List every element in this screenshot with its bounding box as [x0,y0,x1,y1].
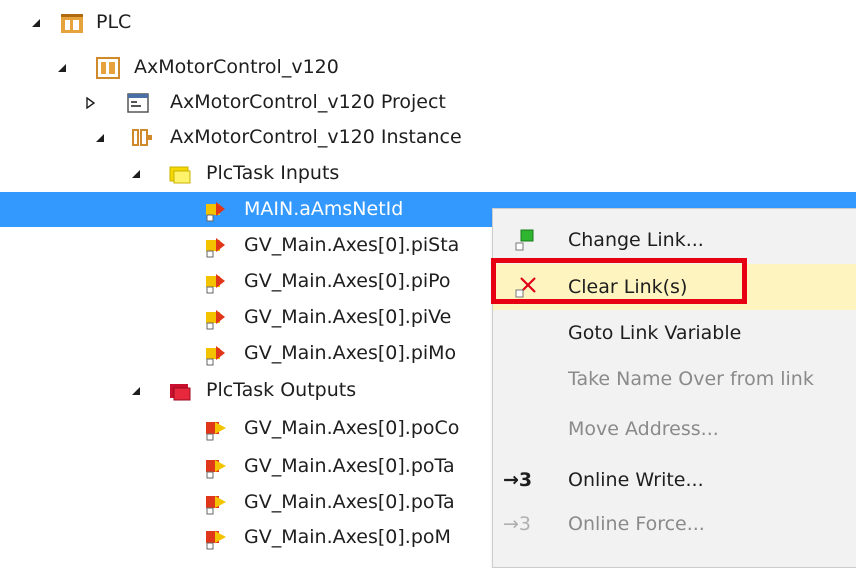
expanded-arrow-icon[interactable] [28,5,44,40]
menu-item-take-name-over: Take Name Over from link [493,356,856,402]
output-variable-icon [204,491,228,515]
menu-item-change-link[interactable]: Change Link... [493,217,856,263]
input-variable-icon [204,198,228,222]
tree-item-instance[interactable]: AxMotorControl_v120 Instance [0,120,856,155]
menu-item-online-write[interactable]: →3 Online Write... [493,457,856,503]
expanded-arrow-icon[interactable] [128,156,144,191]
menu-item-label: Goto Link Variable [568,322,742,344]
menu-item-online-force: →3 Online Force... [493,501,856,547]
output-variable-icon [204,455,228,479]
highlight-callout [491,258,747,304]
tree-item-label: AxMotorControl_v120 Instance [170,126,462,148]
menu-item-label: Take Name Over from link [568,368,814,390]
menu-item-label: Online Write... [568,469,704,491]
input-variable-icon [204,270,228,294]
online-force-icon: →3 [503,513,532,535]
input-variable-icon [204,342,228,366]
input-variable-icon [204,306,228,330]
collapsed-arrow-icon[interactable] [82,85,98,120]
change-link-icon [513,228,537,252]
menu-item-move-address: Move Address... [493,406,856,452]
tree-item-label: GV_Main.Axes[0].poTa [244,455,455,477]
tree-item-label: PLC [96,11,132,33]
expanded-arrow-icon[interactable] [92,120,108,155]
menu-item-goto-link-variable[interactable]: Goto Link Variable [493,310,856,356]
menu-item-label: Online Force... [568,513,705,535]
tree-item-label: MAIN.aAmsNetId [244,198,404,220]
expanded-arrow-icon[interactable] [54,50,70,85]
tree-item-label: GV_Main.Axes[0].poTa [244,491,455,513]
output-folder-icon [168,379,192,403]
online-write-icon: →3 [503,469,533,491]
tree-item-label: GV_Main.Axes[0].piSta [244,234,460,256]
tree-item-label: GV_Main.Axes[0].poM [244,526,451,548]
tree-item-label: GV_Main.Axes[0].piMo [244,342,457,364]
project-file-icon [126,91,150,115]
output-variable-icon [204,526,228,550]
tree-item-label: GV_Main.Axes[0].piPo [244,270,451,292]
tree-item-plc[interactable]: PLC [0,5,856,40]
input-variable-icon [204,234,228,258]
tree-item-label: AxMotorControl_v120 [134,56,339,78]
plc-project-icon [96,56,120,80]
tree-item-label: GV_Main.Axes[0].piVe [244,306,452,328]
tree-item-plctask-inputs[interactable]: PlcTask Inputs [0,156,856,191]
tree-item-project[interactable]: AxMotorControl_v120 Project [0,85,856,120]
tree-item-label: AxMotorControl_v120 Project [170,91,446,113]
input-folder-icon [168,162,192,186]
instance-icon [130,126,154,150]
tree-item-label: GV_Main.Axes[0].poCo [244,417,460,439]
plc-folder-icon [60,11,84,35]
menu-item-label: Change Link... [568,229,704,251]
tree-item-label: PlcTask Outputs [206,379,357,401]
output-variable-icon [204,417,228,441]
menu-item-label: Move Address... [568,418,719,440]
expanded-arrow-icon[interactable] [128,373,144,408]
tree-item-axmotorcontrol[interactable]: AxMotorControl_v120 [0,50,856,85]
tree-item-label: PlcTask Inputs [206,162,340,184]
